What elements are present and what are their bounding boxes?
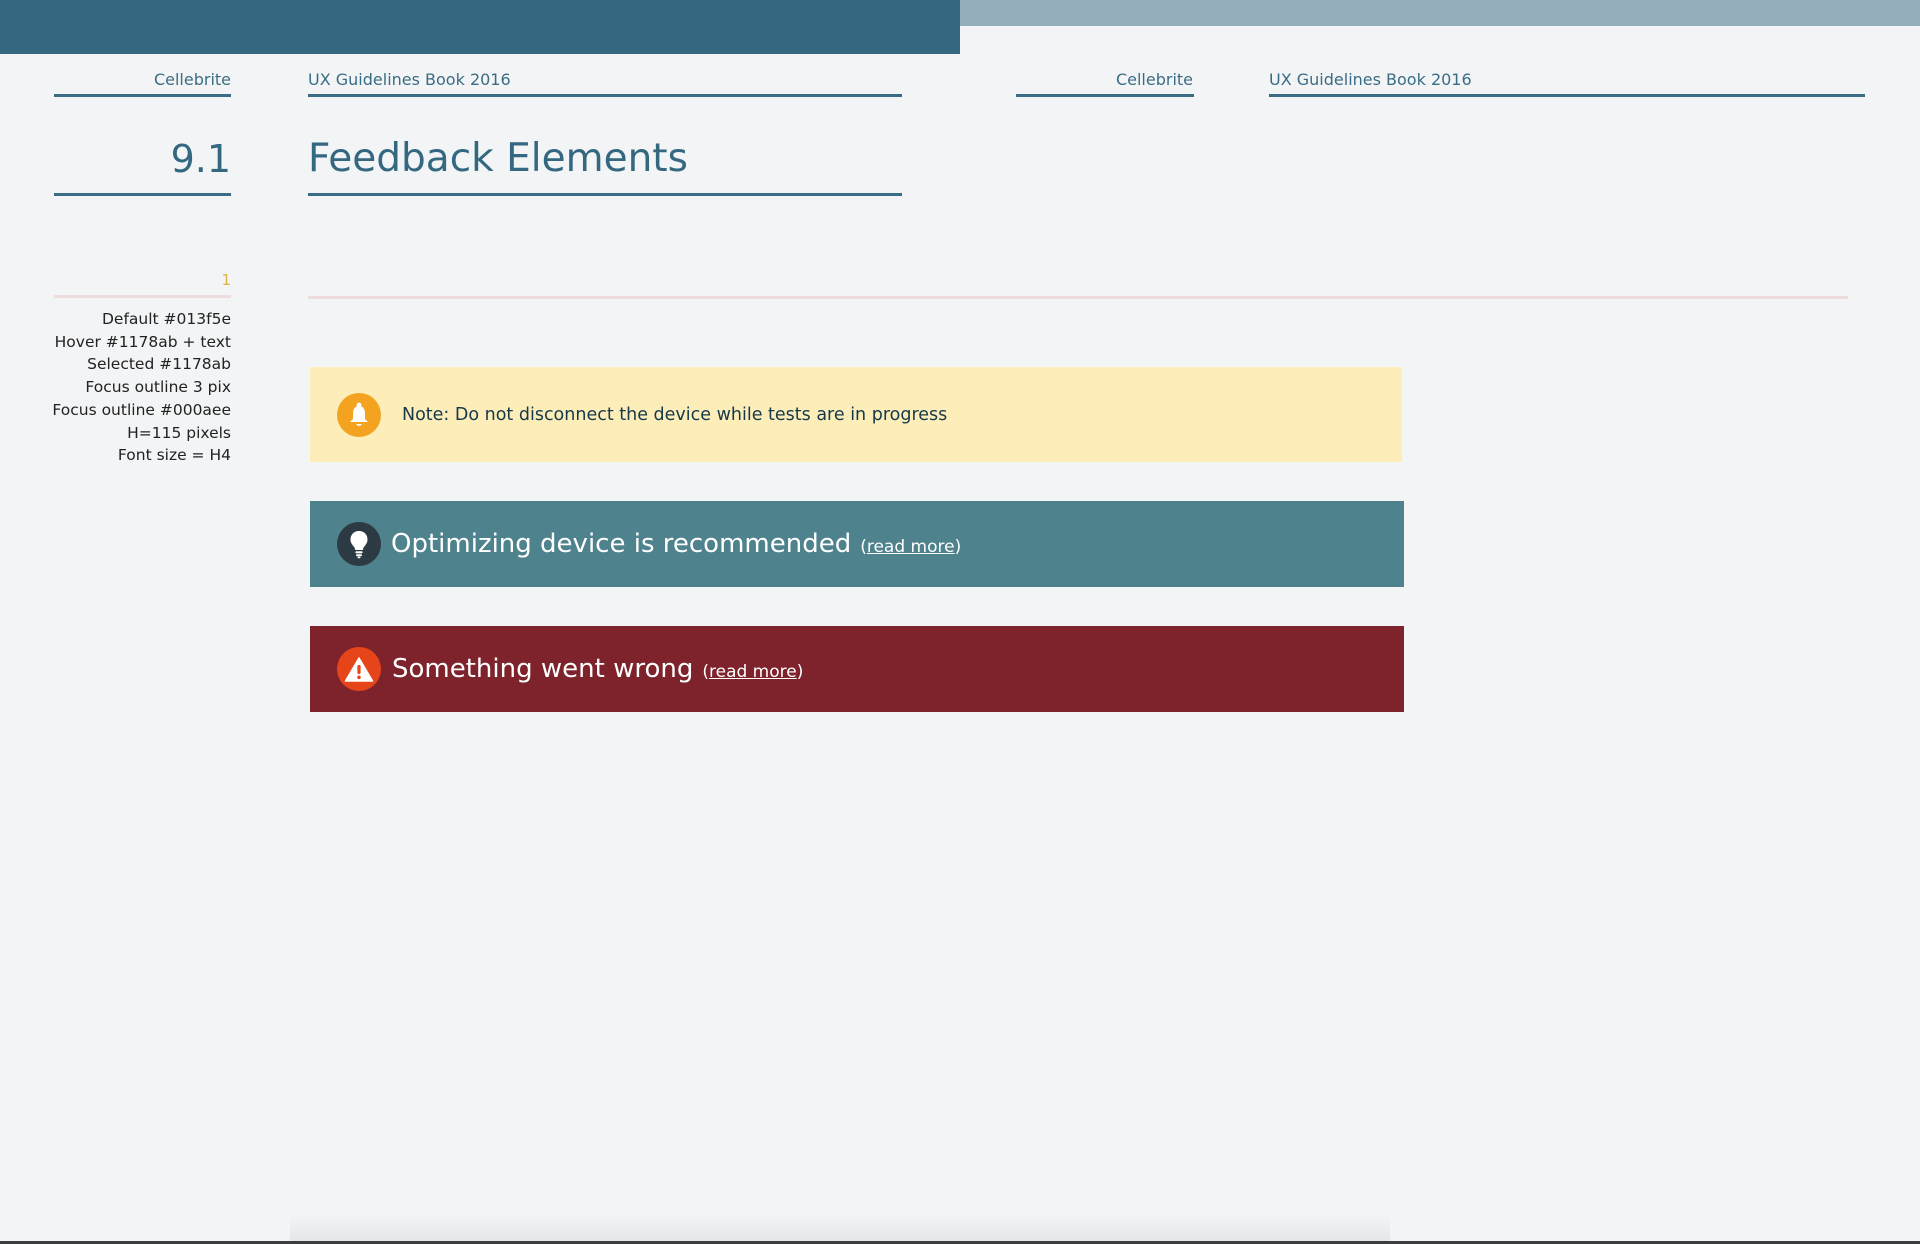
header-company-left: Cellebrite <box>153 70 231 89</box>
info-open-paren: ( <box>860 537 867 557</box>
header-company-underline-left <box>54 94 231 97</box>
error-banner: Something went wrong (read more) <box>310 626 1404 712</box>
header-book-underline-right <box>1269 94 1865 97</box>
spec-item: Hover #1178ab + text <box>54 332 231 351</box>
spec-item: Focus outline #000aee <box>52 400 231 419</box>
bell-icon <box>337 392 381 437</box>
info-close-paren: ) <box>954 537 962 557</box>
note-separator-main <box>308 296 1848 299</box>
top-bar-left <box>0 0 960 54</box>
header-book-right: UX Guidelines Book 2016 <box>1269 70 1472 89</box>
spec-item: Focus outline 3 pix <box>85 378 231 397</box>
error-message: Something went wrong (read more) <box>392 654 803 684</box>
warning-icon <box>337 647 381 691</box>
header-book-left: UX Guidelines Book 2016 <box>308 70 511 89</box>
info-banner: Optimizing device is recommended (read m… <box>310 501 1404 587</box>
header-book-underline-left <box>308 94 902 97</box>
info-message: Optimizing device is recommended (read m… <box>391 529 961 559</box>
spec-list: Default #013f5e Hover #1178ab + text Sel… <box>20 308 231 467</box>
section-number: 9.1 <box>170 137 231 181</box>
spec-item: Default #013f5e <box>102 310 231 328</box>
error-message-text: Something went wrong <box>392 654 694 684</box>
spec-item: H=115 pixels <box>127 423 231 442</box>
section-number-underline <box>54 193 231 196</box>
error-close-paren: ) <box>796 662 804 682</box>
lightbulb-icon <box>337 522 381 566</box>
note-number: 1 <box>221 271 231 289</box>
info-read-more-link[interactable]: read more <box>867 537 955 557</box>
bottom-shadow <box>290 1215 1390 1244</box>
header-company-right: Cellebrite <box>1115 70 1193 89</box>
page: Cellebrite UX Guidelines Book 2016 Celle… <box>0 0 1920 1244</box>
error-read-more-link[interactable]: read more <box>709 662 797 682</box>
page-title: Feedback Elements <box>308 136 688 181</box>
note-separator-left <box>54 295 231 298</box>
error-read-more-wrapper: (read more) <box>702 662 803 682</box>
top-bar-right <box>960 0 1920 26</box>
spec-item: Selected #1178ab <box>87 355 231 374</box>
note-message: Note: Do not disconnect the device while… <box>402 404 948 425</box>
spec-item: Font size = H4 <box>117 446 231 465</box>
header-company-underline-right <box>1016 94 1194 97</box>
note-banner: Note: Do not disconnect the device while… <box>310 367 1402 462</box>
error-open-paren: ( <box>702 662 709 682</box>
info-read-more-wrapper: (read more) <box>860 537 961 557</box>
info-message-text: Optimizing device is recommended <box>391 529 852 559</box>
page-title-underline <box>308 193 902 196</box>
